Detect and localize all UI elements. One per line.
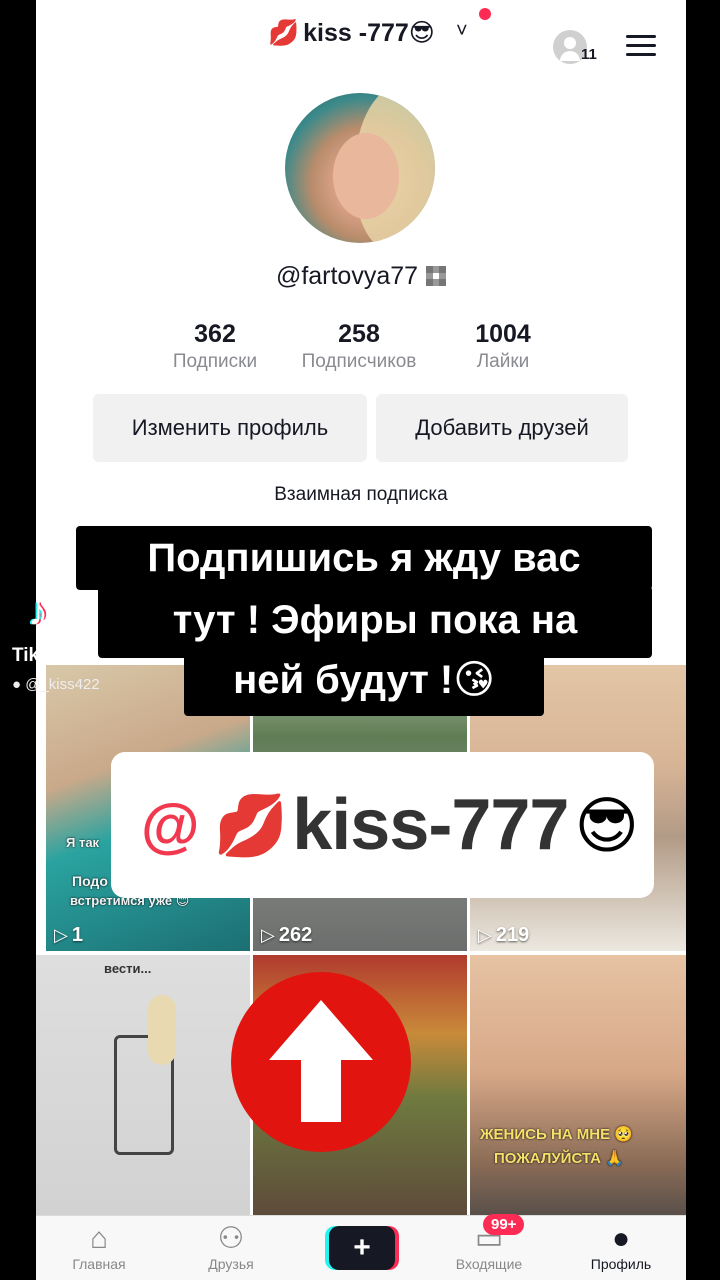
nav-home[interactable]: ⌂ Главная — [44, 1222, 154, 1274]
profile-icon: ● — [611, 1222, 631, 1255]
lips-icon: 💋 — [213, 791, 289, 859]
arrow-up-icon — [269, 1000, 373, 1122]
nav-friends[interactable]: ⚇ Друзья — [176, 1222, 286, 1274]
bottom-nav: ⌂ Главная ⚇ Друзья + ▭ Входящие 99+ ● Пр… — [36, 1214, 686, 1280]
inbox-badge: 99+ — [483, 1214, 525, 1235]
video-tile[interactable]: ЖЕНИСЬ НА МНЕ 🥺 ПОЖАЛУЙСТА 🙏 — [470, 955, 686, 1215]
at-sign: @ — [141, 791, 200, 859]
tiktok-logo-icon: ♪ — [28, 590, 48, 634]
play-icon: ▷ — [261, 925, 275, 945]
notification-dot — [479, 8, 491, 20]
sunglasses-emoji: 😎 — [574, 791, 640, 861]
menu-icon[interactable] — [626, 35, 656, 57]
add-friends-button[interactable]: Добавить друзей — [376, 394, 628, 462]
view-count: ▷ 262 — [261, 924, 313, 946]
nav-profile[interactable]: ● Профиль — [566, 1222, 676, 1274]
video-tile[interactable]: вести... — [36, 955, 250, 1215]
account-name: kiss -777😎 — [303, 19, 435, 47]
qr-code-icon[interactable] — [426, 266, 447, 286]
watermark-handle: ● @_kiss422 — [12, 676, 100, 693]
play-icon: ▷ — [478, 925, 492, 945]
account-tag-sticker: @ 💋 kiss-777 😎 — [111, 752, 654, 898]
account-switcher[interactable]: 💋 kiss -777😎 — [268, 18, 435, 48]
stat-likes[interactable]: 1004 Лайки — [456, 320, 550, 373]
arrow-up-sticker — [231, 972, 411, 1152]
create-button[interactable]: + — [329, 1226, 395, 1270]
view-count: ▷ 1 — [54, 924, 83, 946]
profile-stats: 362 Подписки 258 Подписчиков 1004 Лайки — [36, 320, 686, 380]
play-icon: ▷ — [54, 925, 68, 945]
username-row: @fartovya77 — [36, 262, 686, 291]
view-count: ▷ 219 — [478, 924, 530, 946]
caption-line-2: тут ! Эфиры пока на — [98, 586, 652, 658]
user-icon: ● — [12, 676, 22, 693]
lips-icon: 💋 — [268, 19, 300, 47]
username: @fartovya77 — [275, 262, 419, 290]
stat-following[interactable]: 362 Подписки — [167, 320, 263, 373]
friends-icon: ⚇ — [217, 1222, 245, 1255]
stat-followers[interactable]: 258 Подписчиков — [289, 320, 429, 373]
avatar[interactable] — [285, 93, 435, 243]
friend-requests-count: 11 — [581, 46, 597, 63]
tiktok-watermark: TikTok — [12, 645, 72, 666]
home-icon: ⌂ — [89, 1222, 109, 1255]
edit-profile-button[interactable]: Изменить профиль — [93, 394, 367, 462]
chevron-down-icon[interactable]: ˅ — [456, 20, 468, 43]
top-bar: 💋 kiss -777😎 ˅ 11 — [36, 0, 686, 80]
caption-line-3: ней будут !😘 — [184, 650, 544, 716]
tag-account-name: kiss-777 — [292, 785, 569, 865]
caption-line-1: Подпишись я жду вас — [76, 526, 652, 590]
mutual-follow-label[interactable]: Взаимная подписка — [36, 484, 686, 506]
